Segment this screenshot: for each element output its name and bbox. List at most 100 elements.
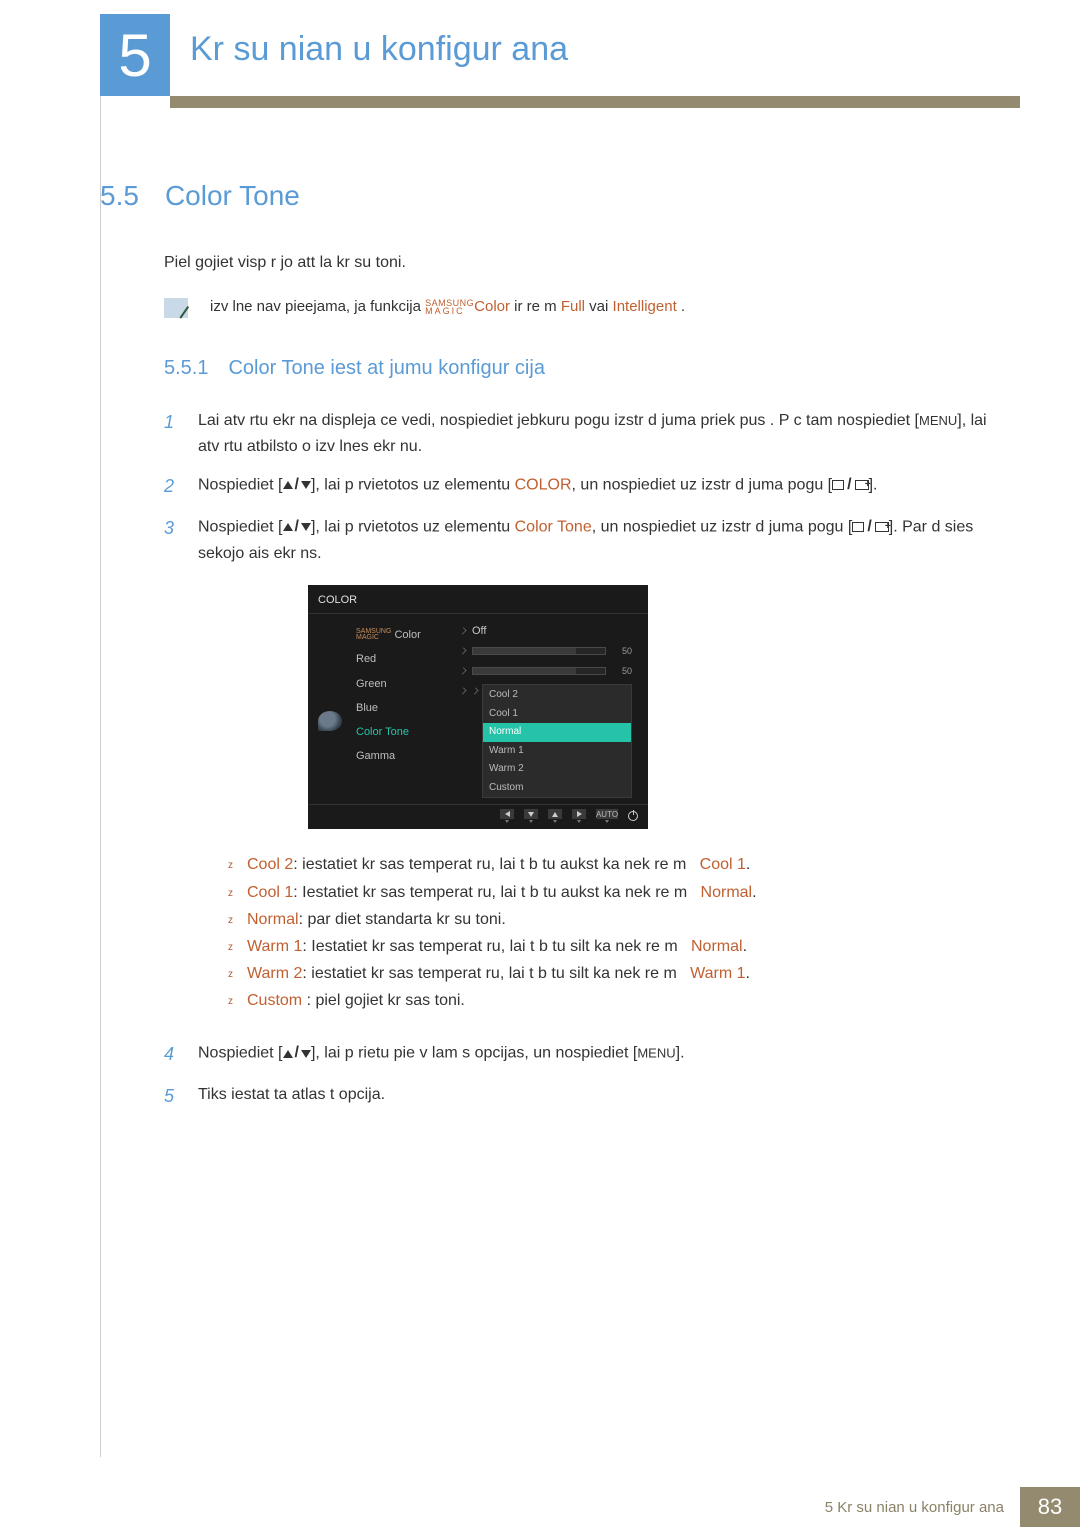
subsection-number: 5.5.1 <box>164 357 208 380</box>
chapter-title: Kr su nian u konfigur ana <box>190 30 568 69</box>
bullet-icon: z <box>228 851 233 878</box>
step-5: 5 Tiks iestat ta atlas t opcija. <box>164 1082 1000 1112</box>
menu-label: MENU <box>637 1046 675 1061</box>
steps-list: 1 Lai atv rtu ekr na displeja ce vedi, n… <box>164 408 1000 1112</box>
osd-label-magic-color: SAMSUNGMAGIC Color <box>356 626 456 644</box>
color-keyword: COLOR <box>515 477 572 494</box>
osd-nav-right <box>572 809 586 823</box>
step-number: 3 <box>164 514 180 1028</box>
subsection-heading: 5.5.1 Color Tone iest at jumu konfigur c… <box>164 357 1000 380</box>
osd-row-green: 50 <box>460 664 632 678</box>
dropdown-item-selected: Normal <box>483 723 631 742</box>
page-header: 5 Kr su nian u konfigur ana <box>0 0 1080 120</box>
osd-menu: COLOR SAMSUNGMAGIC Color Red Green <box>308 585 648 829</box>
footer-chapter-label: 5 Kr su nian u konfigur ana <box>825 1487 1020 1527</box>
bullet-icon: z <box>228 987 233 1014</box>
step-body: Nospiediet [/], lai p rvietotos uz eleme… <box>198 472 1000 502</box>
bullet-icon: z <box>228 960 233 987</box>
power-icon <box>628 811 638 821</box>
osd-label-gamma: Gamma <box>356 747 456 765</box>
note: izv lne nav pieejama, ja funkcija SAMSUN… <box>164 296 1000 319</box>
step-2: 2 Nospiediet [/], lai p rvietotos uz ele… <box>164 472 1000 502</box>
osd-labels: SAMSUNGMAGIC Color Red Green Blue Color … <box>356 624 456 798</box>
step-1: 1 Lai atv rtu ekr na displeja ce vedi, n… <box>164 408 1000 461</box>
slider <box>472 647 606 655</box>
page-footer: 5 Kr su nian u konfigur ana 83 <box>0 1487 1080 1527</box>
bullet-icon: z <box>228 906 233 933</box>
dropdown-item: Warm 2 <box>483 760 631 779</box>
step-4: 4 Nospiediet [/], lai p rietu pie v lam … <box>164 1040 1000 1070</box>
bullet-item: z Warm 2: iestatiet kr sas temperat ru, … <box>228 960 1000 987</box>
osd-screenshot: COLOR SAMSUNGMAGIC Color Red Green <box>308 585 1000 829</box>
osd-auto-button: AUTO <box>596 809 618 823</box>
subsection-title: Color Tone iest at jumu konfigur cija <box>228 357 544 380</box>
note-intelligent-keyword: Intelligent <box>613 298 677 315</box>
step-number: 1 <box>164 408 180 461</box>
enter-icon: / <box>852 514 888 540</box>
osd-row-dropdown: Cool 2 Cool 1 Normal Warm 1 Warm 2 Custo… <box>460 684 632 798</box>
bullet-item: z Cool 1: Iestatiet kr sas temperat ru, … <box>228 879 1000 906</box>
osd-nav-up <box>548 809 562 823</box>
osd-body: SAMSUNGMAGIC Color Red Green Blue Color … <box>308 614 648 804</box>
osd-label-green: Green <box>356 675 456 693</box>
bullet-item: z Normal: par diet standarta kr su toni. <box>228 906 1000 933</box>
osd-dropdown: Cool 2 Cool 1 Normal Warm 1 Warm 2 Custo… <box>482 684 632 798</box>
page-content: 5.5 Color Tone Piel gojiet visp r jo att… <box>100 180 1000 1124</box>
section-heading: 5.5 Color Tone <box>100 180 1000 212</box>
osd-label-color-tone: Color Tone <box>356 723 456 741</box>
chevron-icon <box>460 648 467 655</box>
enter-icon: / <box>832 472 868 498</box>
bullet-item: z Warm 1: Iestatiet kr sas temperat ru, … <box>228 933 1000 960</box>
osd-nav-left <box>500 809 514 823</box>
bullet-item: z Custom : piel gojiet kr sas toni. <box>228 987 1000 1014</box>
osd-bottom-bar: AUTO <box>308 804 648 829</box>
color-tone-keyword: Color Tone <box>515 518 592 535</box>
menu-label: MENU <box>919 413 957 428</box>
section-intro: Piel gojiet visp r jo att la kr su toni. <box>164 254 1000 272</box>
section-number: 5.5 <box>100 180 139 212</box>
up-down-arrow-icon: / <box>283 472 311 498</box>
samsung-magic-brand: SAMSUNG MAGIC <box>425 299 474 315</box>
palette-icon <box>318 711 342 731</box>
osd-title: COLOR <box>308 585 648 614</box>
note-pre: izv lne nav pieejama, ja funkcija <box>210 298 421 315</box>
page-number: 83 <box>1020 1487 1080 1527</box>
osd-row-red: 50 <box>460 644 632 658</box>
step-body: Nospiediet [/], lai p rietu pie v lam s … <box>198 1040 1000 1070</box>
bullet-icon: z <box>228 933 233 960</box>
dropdown-item: Cool 1 <box>483 705 631 724</box>
dropdown-item: Cool 2 <box>483 686 631 705</box>
slider-value: 50 <box>612 664 632 679</box>
step-3: 3 Nospiediet [/], lai p rvietotos uz ele… <box>164 514 1000 1028</box>
step-number: 2 <box>164 472 180 502</box>
dropdown-item: Custom <box>483 779 631 798</box>
chevron-icon <box>472 688 479 695</box>
note-icon <box>164 298 188 318</box>
up-down-arrow-icon: / <box>283 1040 311 1066</box>
slider-value: 50 <box>612 644 632 659</box>
chapter-number: 5 <box>100 14 170 96</box>
step-body: Tiks iestat ta atlas t opcija. <box>198 1082 1000 1112</box>
osd-label-red: Red <box>356 650 456 668</box>
osd-label-blue: Blue <box>356 699 456 717</box>
note-text: izv lne nav pieejama, ja funkcija SAMSUN… <box>210 296 685 319</box>
osd-icon-column <box>308 624 352 798</box>
step-number: 5 <box>164 1082 180 1112</box>
note-full-keyword: Full <box>561 298 585 315</box>
step-body: Nospiediet [/], lai p rvietotos uz eleme… <box>198 514 1000 1028</box>
osd-values: Off 50 50 <box>460 624 638 798</box>
up-down-arrow-icon: / <box>283 514 311 540</box>
bullet-item: z Cool 2: iestatiet kr sas temperat ru, … <box>228 851 1000 878</box>
chevron-icon <box>460 688 467 695</box>
dropdown-item: Warm 1 <box>483 742 631 761</box>
osd-row-off: Off <box>460 624 632 638</box>
step-number: 4 <box>164 1040 180 1070</box>
slider <box>472 667 606 675</box>
section-title: Color Tone <box>165 180 300 212</box>
note-color-keyword: Color <box>474 298 510 315</box>
header-accent-bar <box>170 96 1020 108</box>
chevron-icon <box>460 628 467 635</box>
osd-nav-down <box>524 809 538 823</box>
chevron-icon <box>460 668 467 675</box>
step-body: Lai atv rtu ekr na displeja ce vedi, nos… <box>198 408 1000 461</box>
